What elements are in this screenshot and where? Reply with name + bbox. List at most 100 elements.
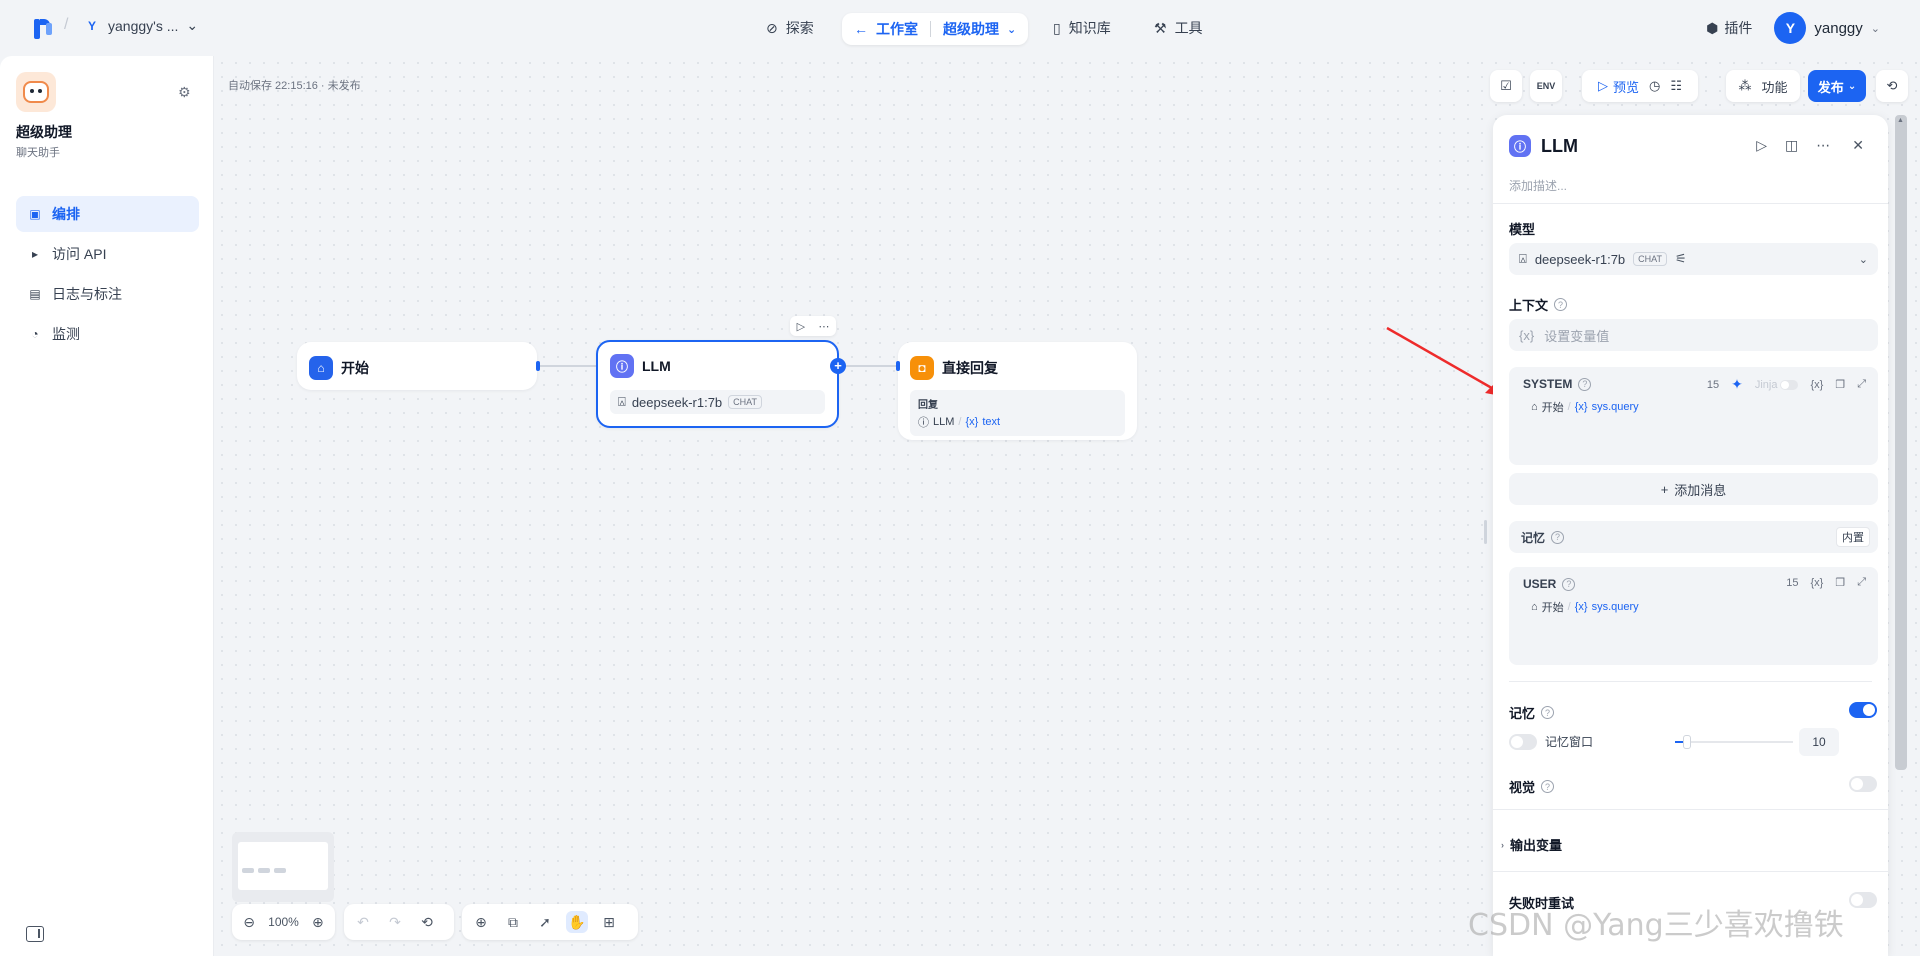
node-start[interactable]: ⌂ 开始 bbox=[297, 342, 537, 390]
plugins-button[interactable]: ⬢ 插件 bbox=[1706, 18, 1752, 38]
copy-icon[interactable]: ❐ bbox=[1835, 378, 1845, 391]
copy-icon[interactable]: ❐ bbox=[1835, 576, 1845, 589]
memory-section-label: 记忆 ? bbox=[1509, 703, 1555, 722]
node-answer[interactable]: ◘ 直接回复 回复 ⓘ LLM / {x} text bbox=[898, 342, 1137, 440]
help-icon[interactable]: ? bbox=[1578, 377, 1592, 391]
pointer-icon[interactable]: ➚ bbox=[534, 911, 556, 933]
undo-icon[interactable]: ↶ bbox=[352, 911, 374, 933]
system-prompt-editor[interactable]: SYSTEM ? 15 ✦ Jinja {x} ❐ ⤢ ⌂ 开始 / {x} s… bbox=[1509, 367, 1878, 465]
organize-icon[interactable]: ⊞ bbox=[598, 911, 620, 933]
help-icon[interactable]: ? bbox=[1551, 530, 1565, 544]
workspace-switcher[interactable]: Y yanggy's ... ⌄ bbox=[84, 17, 198, 34]
edge-llm-answer[interactable] bbox=[840, 365, 898, 367]
version-history-button[interactable]: ⟲ bbox=[1876, 70, 1908, 102]
jinja-toggle[interactable]: Jinja bbox=[1755, 379, 1799, 391]
token-count: 15 bbox=[1706, 378, 1720, 391]
add-message-button[interactable]: + 添加消息 bbox=[1509, 473, 1878, 505]
run-node-icon[interactable]: ▷ bbox=[797, 320, 805, 333]
scroll-up-icon[interactable]: ▲ bbox=[1897, 117, 1904, 124]
memory-window-slider[interactable] bbox=[1675, 735, 1793, 749]
panel-resize-handle[interactable] bbox=[1484, 520, 1487, 544]
help-icon[interactable]: ? bbox=[1562, 577, 1576, 591]
vision-section-label: 视觉 ? bbox=[1509, 777, 1555, 796]
panel-scrollbar[interactable] bbox=[1895, 115, 1907, 770]
help-icon[interactable]: ? bbox=[1554, 298, 1568, 311]
context-placeholder: 设置变量值 bbox=[1544, 328, 1610, 344]
output-variables-toggle[interactable]: › 输出变量 bbox=[1501, 835, 1562, 854]
split-view-icon[interactable]: ◫ bbox=[1785, 137, 1798, 154]
zoom-out-icon[interactable]: ⊖ bbox=[240, 911, 258, 933]
model-selector[interactable]: ⍓ deepseek-r1:7b CHAT ⚟ ⌄ bbox=[1509, 243, 1878, 275]
sidebar-item-orchestrate[interactable]: ▣ 编排 bbox=[16, 196, 199, 232]
sidebar-item-api[interactable]: ▸ 访问 API bbox=[16, 236, 199, 272]
chevron-down-icon: ⌄ bbox=[1847, 80, 1857, 92]
add-next-node-button[interactable]: + bbox=[830, 358, 846, 374]
debug-icon[interactable]: ◷ bbox=[1649, 78, 1660, 94]
divider bbox=[1493, 203, 1888, 204]
close-icon[interactable]: ✕ bbox=[1852, 137, 1864, 154]
dify-logo[interactable] bbox=[32, 17, 54, 41]
memory-window-toggle[interactable] bbox=[1509, 734, 1537, 750]
minimap[interactable] bbox=[232, 832, 334, 902]
sidebar-item-logs[interactable]: ▤ 日志与标注 bbox=[16, 276, 199, 312]
gauge-icon: ◔ bbox=[31, 327, 39, 341]
nav-studio[interactable]: ← 工作室 超级助理 ⌄ bbox=[842, 13, 1029, 45]
watermark: CSDN @Yang三少喜欢撸铁 bbox=[1468, 908, 1844, 943]
retry-toggle[interactable] bbox=[1849, 892, 1877, 908]
more-icon[interactable]: ⋯ bbox=[1816, 137, 1830, 154]
model-label: 模型 bbox=[1509, 222, 1536, 237]
features-button[interactable]: ⁂ 功能 bbox=[1726, 70, 1800, 102]
current-app-switcher[interactable]: 超级助理 bbox=[943, 19, 999, 39]
sliders-icon[interactable]: ⚟ bbox=[1675, 251, 1687, 267]
list-icon[interactable]: ☷ bbox=[1670, 78, 1682, 94]
sparkle-icon[interactable]: ✦ bbox=[1731, 376, 1743, 393]
edge-start-llm[interactable] bbox=[538, 365, 596, 367]
features-icon: ⁂ bbox=[1738, 78, 1752, 93]
nav-tools[interactable]: ⚒ 工具 bbox=[1154, 12, 1203, 44]
zoom-level[interactable]: 100% bbox=[268, 915, 299, 929]
nav-studio-label[interactable]: 工作室 bbox=[876, 19, 918, 39]
node-model-chip: ⍓ deepseek-r1:7b CHAT bbox=[610, 390, 825, 414]
checklist-button[interactable]: ☑ bbox=[1490, 70, 1522, 102]
sidebar-item-monitor[interactable]: ◔ 监测 bbox=[16, 316, 199, 352]
insert-variable-icon[interactable]: {x} bbox=[1810, 379, 1823, 391]
expand-icon[interactable]: ⤢ bbox=[1857, 378, 1866, 391]
context-variable-selector[interactable]: {x} 设置变量值 bbox=[1509, 319, 1878, 351]
zoom-in-icon[interactable]: ⊕ bbox=[309, 911, 327, 933]
user-menu[interactable]: Y yanggy ⌄ bbox=[1774, 12, 1880, 44]
description-input[interactable]: 添加描述... bbox=[1509, 177, 1567, 194]
vision-toggle[interactable] bbox=[1849, 776, 1877, 792]
nav-knowledge[interactable]: ▯ 知识库 bbox=[1053, 12, 1111, 44]
add-note-icon[interactable]: ⧉ bbox=[502, 911, 524, 933]
collapse-sidebar-icon[interactable] bbox=[26, 926, 44, 942]
more-icon[interactable]: ⋯ bbox=[818, 320, 829, 333]
slider-thumb[interactable] bbox=[1682, 735, 1691, 749]
app-sidebar: ⚙ 超级助理 聊天助手 ▣ 编排 ▸ 访问 API ▤ 日志与标注 ◔ 监测 bbox=[0, 56, 214, 956]
help-icon[interactable]: ? bbox=[1541, 780, 1555, 793]
nav-explore[interactable]: ⊘ 探索 bbox=[766, 12, 814, 44]
answer-input-handle[interactable] bbox=[896, 361, 900, 371]
app-settings-icon[interactable]: ⚙ bbox=[178, 84, 191, 101]
expand-icon[interactable]: ⤢ bbox=[1857, 576, 1866, 589]
history-icon: ⟲ bbox=[1886, 78, 1898, 93]
panel-title[interactable]: LLM bbox=[1541, 136, 1578, 157]
history-icon[interactable]: ⟲ bbox=[416, 911, 438, 933]
help-icon[interactable]: ? bbox=[1541, 706, 1555, 719]
app-name: 超级助理 bbox=[16, 124, 72, 140]
publish-button[interactable]: 发布 ⌄ bbox=[1808, 70, 1866, 102]
memory-toggle[interactable] bbox=[1849, 702, 1877, 718]
user-prompt-editor[interactable]: USER ? 15 {x} ❐ ⤢ ⌂ 开始 / {x} sys.query bbox=[1509, 567, 1878, 665]
env-button[interactable]: ENV bbox=[1530, 70, 1562, 102]
canvas-tools-toolbar: ⊕ ⧉ ➚ ✋ ⊞ bbox=[462, 904, 638, 940]
zoom-toolbar: ⊖ 100% ⊕ bbox=[232, 904, 335, 940]
memory-window-input[interactable]: 10 bbox=[1799, 728, 1839, 756]
ref-var-name: sys.query bbox=[1591, 601, 1639, 613]
preview-button[interactable]: ▷ 预览 bbox=[1598, 77, 1639, 96]
add-node-icon[interactable]: ⊕ bbox=[470, 911, 492, 933]
start-output-handle[interactable] bbox=[536, 361, 540, 371]
hand-icon[interactable]: ✋ bbox=[566, 911, 588, 933]
run-node-icon[interactable]: ▷ bbox=[1756, 137, 1767, 154]
node-llm[interactable]: ⓘ LLM ⍓ deepseek-r1:7b CHAT bbox=[596, 340, 839, 428]
insert-variable-icon[interactable]: {x} bbox=[1810, 577, 1823, 589]
redo-icon[interactable]: ↷ bbox=[384, 911, 406, 933]
